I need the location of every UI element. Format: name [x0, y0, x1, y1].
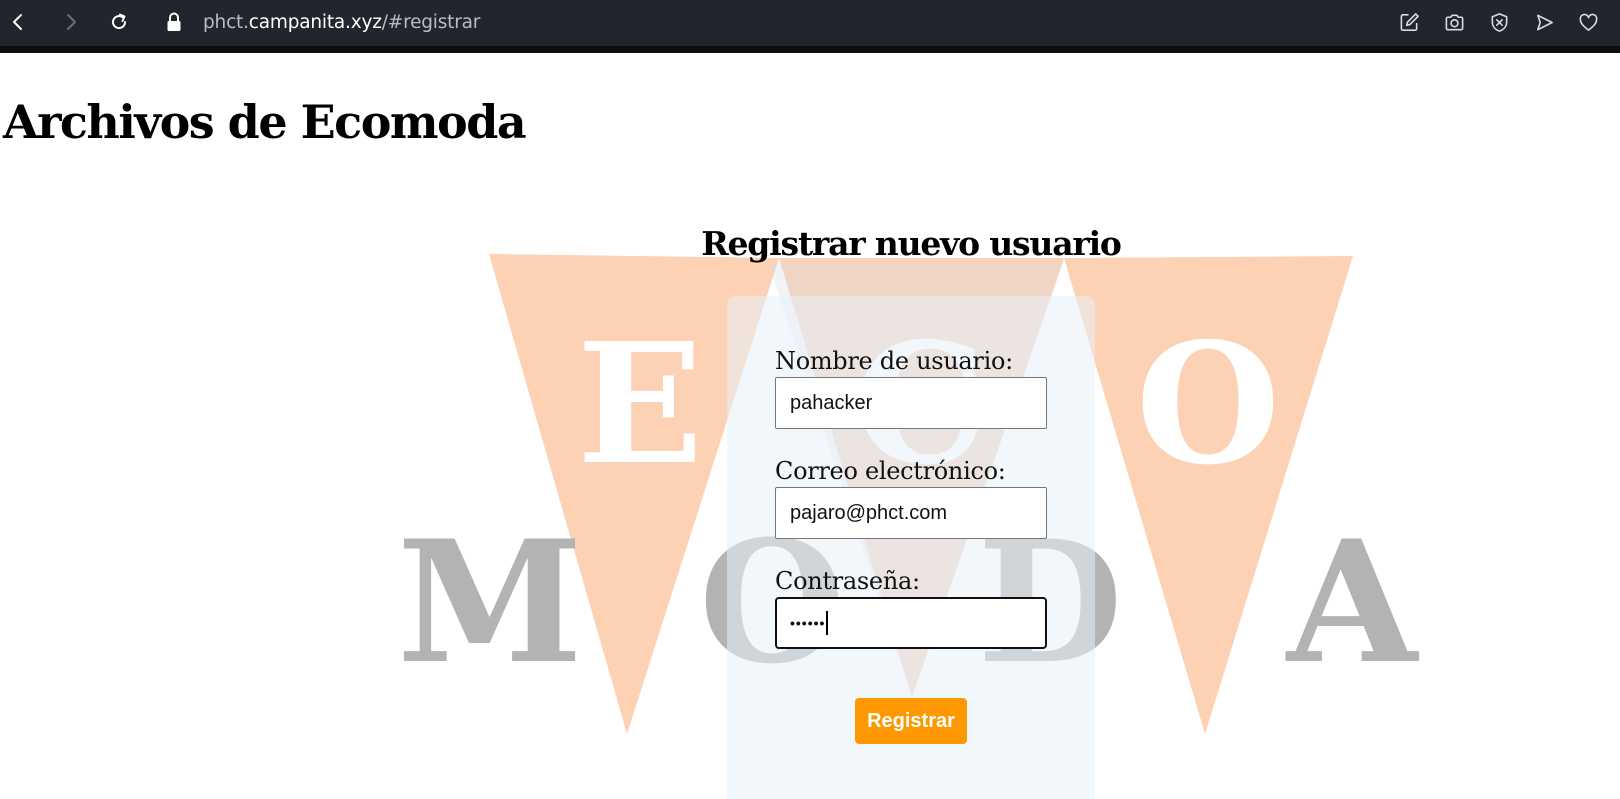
heart-icon[interactable]	[1575, 9, 1601, 35]
email-label: Correo electrónico:	[775, 457, 1006, 485]
register-button[interactable]: Registrar	[855, 698, 967, 744]
url-text[interactable]: phct.campanita.xyz/#registrar	[203, 12, 480, 33]
lock-icon	[167, 12, 181, 31]
site-title: Archivos de Ecomoda	[3, 95, 527, 149]
url-host: campanita.xyz	[248, 11, 382, 33]
shield-icon[interactable]	[1486, 9, 1512, 35]
back-icon[interactable]	[4, 8, 32, 36]
reload-icon[interactable]	[105, 8, 133, 36]
camera-icon[interactable]	[1441, 9, 1467, 35]
url-prefix: phct.	[203, 11, 249, 33]
browser-toolbar: phct.campanita.xyz/#registrar	[0, 0, 1620, 46]
username-label: Nombre de usuario:	[775, 347, 1013, 375]
form-title: Registrar nuevo usuario	[701, 224, 1122, 263]
password-label: Contraseña:	[775, 567, 920, 595]
url-path: /#registrar	[381, 11, 481, 33]
password-input[interactable]: ••••••	[775, 597, 1047, 649]
forward-icon[interactable]	[57, 8, 85, 36]
text-caret	[826, 611, 829, 635]
username-input[interactable]: pahacker	[775, 377, 1047, 429]
toolbar-shadow	[0, 46, 1620, 53]
edit-icon[interactable]	[1396, 9, 1422, 35]
email-value: pajaro@phct.com	[790, 501, 948, 524]
email-input[interactable]: pajaro@phct.com	[775, 487, 1047, 539]
send-icon[interactable]	[1531, 9, 1557, 35]
password-mask: ••••••	[790, 615, 826, 631]
username-value: pahacker	[790, 391, 873, 414]
address-bar[interactable]: phct.campanita.xyz/#registrar	[165, 8, 480, 36]
